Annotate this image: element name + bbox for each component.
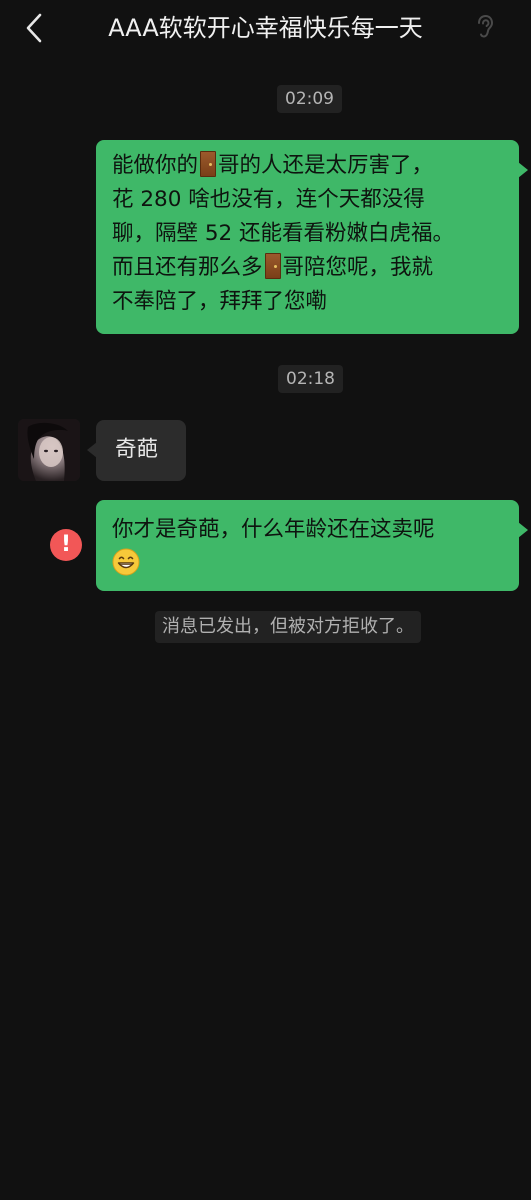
- timestamp: 02:09: [277, 85, 342, 113]
- chat-title: AAA软软开心幸福快乐每一天: [108, 14, 423, 42]
- message-line: 聊，隔壁 52 还能看看粉嫩白虎福。: [112, 221, 455, 246]
- back-button[interactable]: [14, 10, 54, 46]
- timestamp: 02:18: [278, 365, 343, 393]
- message-line: 而且还有那么多 哥陪您呢，我就: [112, 253, 434, 280]
- door-emoji: [200, 151, 217, 177]
- message-line: 不奉陪了，拜拜了您嘞: [112, 289, 328, 314]
- door-emoji: [264, 253, 281, 279]
- message-line: 你才是奇葩，什么年龄还在这卖呢: [112, 517, 435, 542]
- contact-avatar[interactable]: [18, 419, 80, 481]
- sent-message-bubble[interactable]: 你才是奇葩，什么年龄还在这卖呢: [96, 500, 528, 591]
- sent-message-bubble[interactable]: 能做你的 哥的人还是太厉害了， 花 280 啥也没有，连个天都没得 聊，隔壁 52…: [96, 140, 528, 334]
- message-line: 花 280 啥也没有，连个天都没得: [112, 187, 425, 212]
- top-bar: AAA软软开心幸福快乐每一天: [0, 0, 531, 56]
- message-text: 奇葩: [115, 437, 159, 462]
- message-line: [112, 547, 505, 581]
- message-line: 能做你的 哥的人还是太厉害了，: [112, 151, 434, 178]
- avatar-image: [18, 419, 80, 481]
- ear-icon[interactable]: [474, 14, 496, 40]
- grinning-emoji: [112, 548, 140, 576]
- chevron-left-icon: [26, 13, 42, 43]
- received-message-bubble[interactable]: 奇葩: [87, 420, 186, 481]
- rejected-notice: 消息已发出，但被对方拒收了。: [155, 611, 421, 643]
- error-icon[interactable]: !: [50, 529, 82, 561]
